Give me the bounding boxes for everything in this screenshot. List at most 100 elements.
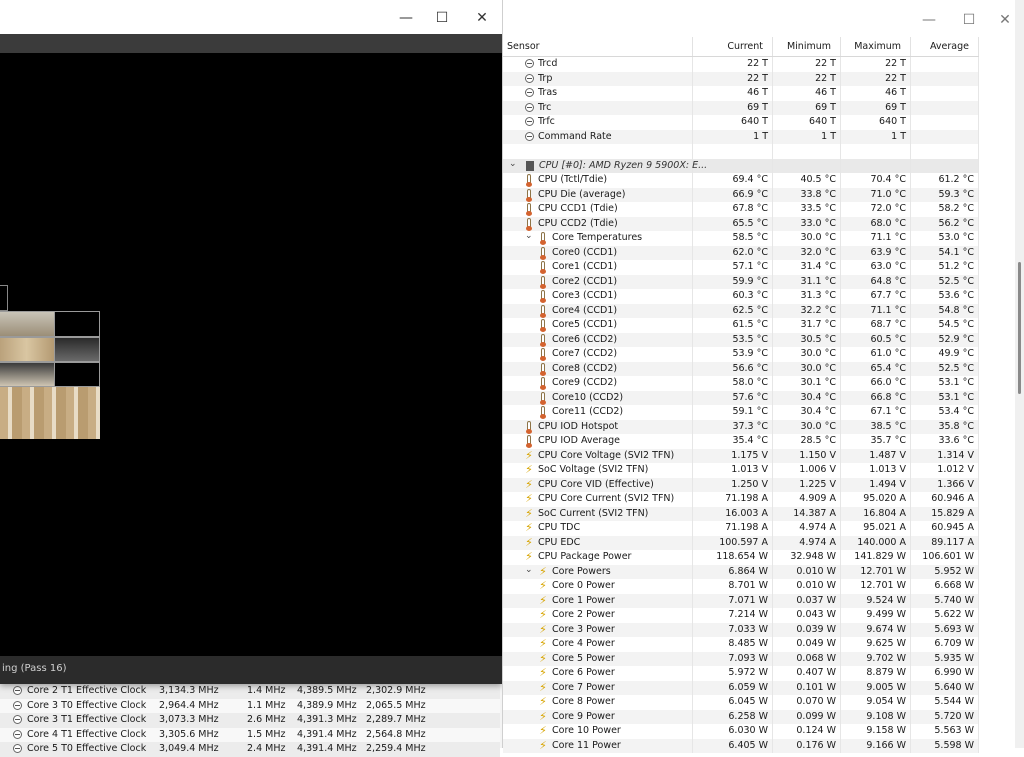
sensor-row[interactable]: ⚡ CPU Package Power 118.654 W 32.948 W 141.8… (503, 550, 979, 565)
sensor-row[interactable]: ⚡ Core 7 Power 6.059 W 0.101 W 9.005 W 5.640 … (503, 680, 979, 695)
header-sensor[interactable]: Sensor (503, 37, 693, 56)
sensor-value-max: 68.7 °C (870, 319, 906, 330)
sensor-row[interactable]: ⚡ Core 8 Power 6.045 W 0.070 W 9.054 W 5.544 … (503, 695, 979, 710)
sensor-row[interactable]: ⚡ CPU TDC 71.198 A 4.974 A 95.021 A 60.945 A (503, 521, 979, 536)
sensor-row[interactable]: ⌄ ⚡ Core Powers 6.864 W 0.010 W 12.701 W 5.952… (503, 564, 979, 579)
sensor-row[interactable]: ⚡ Core 5 Power 7.093 W 0.068 W 9.702 W 5.935 … (503, 651, 979, 666)
sensor-value-min: 28.5 °C (800, 435, 836, 446)
sensor-row[interactable]: ⚡ Core 9 Power 6.258 W 0.099 W 9.108 W 5.720 … (503, 709, 979, 724)
background-sensor-row[interactable]: Core 3 T1 Effective Clock 3,073.3 MHz 2.6 … (0, 713, 500, 728)
close-button[interactable]: ✕ (468, 6, 496, 30)
sensor-row[interactable]: ⚡ SoC Current (SVI2 TFN) 16.003 A 14.387 A 1… (503, 506, 979, 521)
sensor-label: Core8 (CCD2) (552, 362, 618, 374)
sensor-value-cur: 100.597 A (719, 536, 768, 548)
lightning-icon: ⚡ (525, 477, 533, 491)
sensor-label: Core Temperatures (552, 232, 643, 243)
sensor-row[interactable]: Core11 (CCD2) 59.1 °C 30.4 °C 67.1 °C 53.4 °… (503, 405, 979, 420)
sensor-window[interactable]: — ☐ ✕ Sensor Current Minimum Maximum Ave… (502, 0, 1024, 753)
sensor-row[interactable]: ⚡ CPU Core Current (SVI2 TFN) 71.198 A 4.90… (503, 492, 979, 507)
sensor-value-cur: 58.0 °C (732, 377, 768, 388)
sensor-row[interactable]: Core9 (CCD2) 58.0 °C 30.1 °C 66.0 °C 53.1 °C (503, 376, 979, 391)
sensor-value-cur: 7.093 W (728, 652, 768, 664)
scrollbar-thumb[interactable] (1018, 262, 1021, 394)
sensor-row[interactable]: Tras 46 T 46 T 46 T (503, 86, 979, 101)
sensor-group-row[interactable]: ⌄ CPU [#0]: AMD Ryzen 9 5900X: E... (503, 158, 979, 173)
sensor-label: Trp (538, 72, 553, 84)
sensor-row[interactable]: CPU (Tctl/Tdie) 69.4 °C 40.5 °C 70.4 °C 61.2… (503, 173, 979, 188)
sensor-value-min: 31.7 °C (800, 319, 836, 330)
sensor-row[interactable]: ⚡ Core 6 Power 5.972 W 0.407 W 8.879 W 6.990 … (503, 666, 979, 681)
sensor-row[interactable]: Core10 (CCD2) 57.6 °C 30.4 °C 66.8 °C 53.1 °… (503, 390, 979, 405)
render-titlebar[interactable]: — ☐ ✕ (0, 0, 502, 34)
collapse-chevron-icon[interactable]: ⌄ (509, 159, 519, 169)
header-minimum[interactable]: Minimum (773, 37, 841, 56)
sensor-row[interactable]: ⚡ CPU Core Voltage (SVI2 TFN) 1.175 V 1.150… (503, 448, 979, 463)
sensor-row[interactable]: CPU CCD2 (Tdie) 65.5 °C 33.0 °C 68.0 °C 56.2… (503, 216, 979, 231)
sensor-row[interactable]: CPU IOD Hotspot 37.3 °C 30.0 °C 38.5 °C 35.8… (503, 419, 979, 434)
maximize-button[interactable]: ☐ (428, 6, 456, 30)
sensor-row[interactable]: ⚡ Core 10 Power 6.030 W 0.124 W 9.158 W 5.563… (503, 724, 979, 739)
sensor-row[interactable]: Core2 (CCD1) 59.9 °C 31.1 °C 64.8 °C 52.5 °C (503, 274, 979, 289)
sensor-label: Core1 (CCD1) (552, 261, 618, 272)
sensor-titlebar[interactable]: — ☐ ✕ (503, 0, 1024, 36)
sensor-row[interactable]: ⚡ CPU Core VID (Effective) 1.250 V 1.225 V 1… (503, 477, 979, 492)
sensor-row[interactable]: Trp 22 T 22 T 22 T (503, 71, 979, 86)
sensor-row[interactable]: ⚡ Core 2 Power 7.214 W 0.043 W 9.499 W 5.622 … (503, 608, 979, 623)
sensor-row[interactable]: Trc 69 T 69 T 69 T (503, 100, 979, 115)
sensor-maximize-button[interactable]: ☐ (955, 8, 983, 32)
sensor-value-max: 9.054 W (866, 696, 906, 707)
sensor-row[interactable]: Core3 (CCD1) 60.3 °C 31.3 °C 67.7 °C 53.6 °C (503, 289, 979, 304)
sensor-row[interactable]: ⚡ Core 1 Power 7.071 W 0.037 W 9.524 W 5.740 … (503, 593, 979, 608)
background-sensor-row[interactable]: Core 3 T0 Effective Clock 2,964.4 MHz 1.1 … (0, 698, 500, 713)
sensor-row[interactable]: CPU CCD1 (Tdie) 67.8 °C 33.5 °C 72.0 °C 58.2… (503, 202, 979, 217)
lightning-icon: ⚡ (539, 651, 547, 665)
sensor-row[interactable]: Trcd 22 T 22 T 22 T (503, 57, 979, 72)
sensor-row[interactable]: ⚡ Core 11 Power 6.405 W 0.176 W 9.166 W 5.598… (503, 738, 979, 753)
sensor-label: CPU [#0]: AMD Ryzen 9 5900X: E... (539, 159, 708, 171)
sensor-row[interactable]: ⚡ Core 4 Power 8.485 W 0.049 W 9.625 W 6.709 … (503, 637, 979, 652)
sensor-row[interactable]: CPU Die (average) 66.9 °C 33.8 °C 71.0 °C 59… (503, 187, 979, 202)
minimize-button[interactable]: — (392, 6, 420, 30)
sensor-value-cur: 7.033 W (728, 623, 768, 635)
render-tile (0, 285, 8, 311)
sensor-minimize-button[interactable]: — (915, 8, 943, 32)
sensor-row[interactable] (503, 144, 979, 159)
sensor-row[interactable]: Core1 (CCD1) 57.1 °C 31.4 °C 63.0 °C 51.2 °C (503, 260, 979, 275)
sensor-row[interactable]: ⚡ CPU EDC 100.597 A 4.974 A 140.000 A 89.117 … (503, 535, 979, 550)
sensor-row[interactable]: Core7 (CCD2) 53.9 °C 30.0 °C 61.0 °C 49.9 °C (503, 347, 979, 362)
expand-chevron-icon[interactable]: ⌄ (525, 565, 535, 575)
sensor-value-cur: 1.013 V (731, 464, 768, 475)
render-window[interactable]: — ☐ ✕ ing (Pass 16) (0, 0, 502, 684)
sensor-row[interactable]: ⌄ Core Temperatures 58.5 °C 30.0 °C 71.1 °C 5… (503, 231, 979, 246)
sensor-label: Core 7 Power (552, 681, 615, 693)
sensor-row[interactable]: Trfc 640 T 640 T 640 T (503, 115, 979, 130)
background-sensor-row[interactable]: Core 2 T1 Effective Clock 3,134.3 MHz 1.4 … (0, 684, 500, 699)
background-sensor-row[interactable]: Core 5 T0 Effective Clock 3,049.4 MHz 2.4 … (0, 742, 500, 757)
sensor-label: Core3 (CCD1) (552, 290, 618, 301)
sensor-value-max: 9.499 W (866, 609, 906, 620)
sensor-row[interactable]: ⚡ Core 0 Power 8.701 W 0.010 W 12.701 W 6.668… (503, 579, 979, 594)
background-cell-current: 3,073.3 MHz (159, 714, 219, 725)
expand-chevron-icon[interactable]: ⌄ (525, 231, 535, 241)
sensor-row[interactable]: ⚡ Core 3 Power 7.033 W 0.039 W 9.674 W 5.693 … (503, 622, 979, 637)
header-average[interactable]: Average (911, 37, 979, 56)
sensor-value-max: 9.524 W (866, 594, 906, 606)
sensor-label: Core 3 Power (552, 623, 615, 635)
sensor-row[interactable]: Core6 (CCD2) 53.5 °C 30.5 °C 60.5 °C 52.9 °C (503, 332, 979, 347)
sensor-scrollbar[interactable] (1015, 0, 1024, 748)
sensor-value-cur: 8.485 W (728, 638, 768, 649)
sensor-row[interactable]: Core0 (CCD1) 62.0 °C 32.0 °C 63.9 °C 54.1 °C (503, 245, 979, 260)
sensor-row[interactable]: Command Rate 1 T 1 T 1 T (503, 129, 979, 144)
sensor-label: SoC Current (SVI2 TFN) (538, 507, 649, 519)
background-sensor-row[interactable]: Core 4 T1 Effective Clock 3,305.6 MHz 1.5 … (0, 727, 500, 742)
sensor-row[interactable]: CPU IOD Average 35.4 °C 28.5 °C 35.7 °C 33.6… (503, 434, 979, 449)
grid-line (978, 405, 979, 420)
header-current[interactable]: Current (693, 37, 773, 56)
sensor-row[interactable]: Core8 (CCD2) 56.6 °C 30.0 °C 65.4 °C 52.5 °C (503, 361, 979, 376)
render-canvas[interactable] (0, 53, 502, 656)
header-maximum[interactable]: Maximum (841, 37, 911, 56)
sensor-value-max: 12.701 W (860, 580, 906, 591)
sensor-row[interactable]: Core5 (CCD1) 61.5 °C 31.7 °C 68.7 °C 54.5 °C (503, 318, 979, 333)
sensor-row[interactable]: Core4 (CCD1) 62.5 °C 32.2 °C 71.1 °C 54.8 °C (503, 303, 979, 318)
sensor-row[interactable]: ⚡ SoC Voltage (SVI2 TFN) 1.013 V 1.006 V 1.0… (503, 463, 979, 478)
